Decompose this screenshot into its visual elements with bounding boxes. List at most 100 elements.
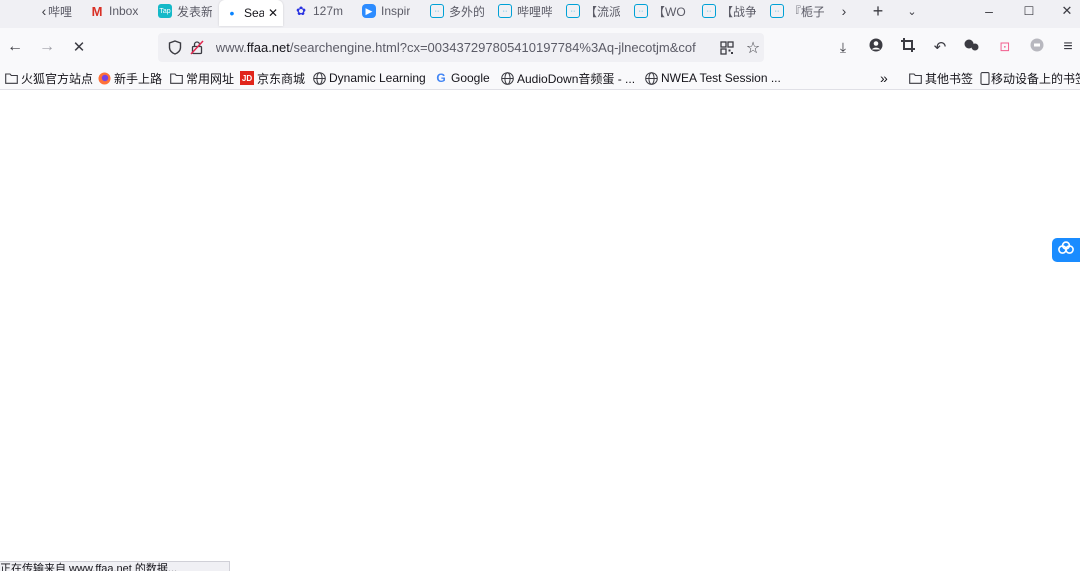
bookmark-label: 火狐官方站点 xyxy=(21,71,94,86)
plus-icon: + xyxy=(872,0,884,21)
extension-button-1[interactable] xyxy=(960,36,984,58)
maximize-icon: ☐ xyxy=(1023,4,1035,18)
url-path: /searchengine.html?cx=003437297805410197… xyxy=(289,40,696,55)
tab-bilibili-7[interactable]: ·· 『栀子 xyxy=(770,0,824,22)
tab-bilibili-3[interactable]: ·· 哔哩哔 xyxy=(498,0,552,22)
folder-icon xyxy=(908,71,922,85)
new-tab-button[interactable]: + xyxy=(864,0,892,22)
tab-zoom[interactable]: ▶ Inspir xyxy=(362,0,420,22)
back-button[interactable]: ← xyxy=(3,36,27,58)
bookmark-label: Dynamic Learning xyxy=(329,71,426,85)
arrow-right-icon: → xyxy=(39,38,55,55)
zoom-icon: ▶ xyxy=(362,4,376,18)
maximize-button[interactable]: ☐ xyxy=(1014,0,1044,22)
close-icon: ✕ xyxy=(72,39,86,56)
tab-label: 哔哩哔 xyxy=(517,4,552,19)
bookmark-item[interactable]: AudioDown音频蛋 - ... xyxy=(500,69,635,87)
tab-label: 【流派 xyxy=(585,4,620,19)
menu-button[interactable]: ≡ xyxy=(1056,36,1080,58)
tab-tap[interactable]: Tap 发表新 xyxy=(158,0,212,22)
tab-bilibili-1[interactable]: 哔哩 xyxy=(48,0,74,22)
bookmark-label: NWEA Test Session ... xyxy=(661,71,781,85)
bookmark-item[interactable]: NWEA Test Session ... xyxy=(644,69,781,87)
undo-button[interactable]: ↶ xyxy=(928,36,952,58)
bilibili-icon: ·· xyxy=(702,4,716,18)
status-text: 正在传输来自 www.ffaa.net 的数据... xyxy=(0,563,178,571)
mobile-icon xyxy=(980,71,990,85)
account-button[interactable] xyxy=(864,36,888,58)
bookmark-item[interactable]: 火狐官方站点 xyxy=(4,69,93,87)
screenshot-button[interactable] xyxy=(896,36,920,58)
tap-icon: Tap xyxy=(158,4,172,18)
tab-label: Inspir xyxy=(381,4,411,18)
bilibili-icon: ·· xyxy=(566,4,580,18)
crop-icon xyxy=(901,37,915,57)
stop-loading-button[interactable]: ✕ xyxy=(67,36,91,58)
bookmark-item[interactable]: 常用网址 xyxy=(169,69,234,87)
minimize-button[interactable]: – xyxy=(974,0,1004,22)
navigation-toolbar: ← → ✕ www.ffaa.net/searchengine.html?cx=… xyxy=(0,28,1080,66)
folder-icon xyxy=(169,71,183,85)
folder-icon xyxy=(4,71,18,85)
downloads-button[interactable]: ⤓ xyxy=(831,36,855,58)
star-icon[interactable]: ☆ xyxy=(742,37,764,59)
cloud-share-button[interactable] xyxy=(1052,238,1080,262)
url-domain: ffaa.net xyxy=(246,40,290,55)
insecure-lock-icon[interactable] xyxy=(186,37,208,59)
tab-label: Sea xyxy=(244,6,264,20)
undo-arrow-icon: ↶ xyxy=(933,39,947,56)
bookmark-item-mobile[interactable]: 移动设备上的书签 xyxy=(980,69,1080,87)
tab-label: Inbox xyxy=(109,4,139,18)
bookmarks-overflow-button[interactable]: » xyxy=(880,69,888,87)
tab-label: 发表新 xyxy=(177,4,212,19)
close-icon[interactable]: ✕ xyxy=(268,6,278,20)
tab-bilibili-5[interactable]: ·· 【WO xyxy=(634,0,688,22)
tab-label: 『栀子 xyxy=(789,4,824,19)
bookmark-item[interactable]: JD 京东商城 xyxy=(240,69,305,87)
extension-button-3[interactable] xyxy=(1025,36,1049,58)
extension-circle-icon xyxy=(1030,38,1044,57)
bookmark-item[interactable]: Dynamic Learning xyxy=(312,69,426,87)
tab-baidu[interactable]: ✿ 127m xyxy=(294,0,352,22)
minimize-icon: – xyxy=(985,3,993,19)
bookmarks-toolbar: 火狐官方站点 新手上路 常用网址 JD 京东商城 Dynamic Learnin… xyxy=(0,66,1080,90)
chevron-down-icon: ⌄ xyxy=(907,5,917,18)
tab-label: 多外的 xyxy=(449,4,484,19)
tab-scroll-right-button[interactable]: › xyxy=(830,0,858,22)
bookmark-label: 其他书签 xyxy=(925,71,974,86)
tab-bilibili-6[interactable]: ·· 【战争 xyxy=(702,0,756,22)
tab-label: 127m xyxy=(313,4,344,18)
dot-icon: • xyxy=(229,5,235,21)
list-all-tabs-button[interactable]: ⌄ xyxy=(898,0,926,22)
bookmark-label: 京东商城 xyxy=(257,71,306,86)
tab-label: 哔哩 xyxy=(48,4,73,19)
status-bar: 正在传输来自 www.ffaa.net 的数据... xyxy=(0,561,230,571)
bookmark-item[interactable]: G Google xyxy=(434,69,489,87)
close-window-button[interactable]: ✕ xyxy=(1054,0,1080,22)
jd-icon: JD xyxy=(240,71,254,85)
forward-button[interactable]: → xyxy=(35,36,59,58)
tab-strip: ‹ 哔哩 M Inbox Tap 发表新 • Sea ✕ ✿ 127m ▶ In… xyxy=(0,0,1080,28)
tab-bilibili-2[interactable]: ·· 多外的 xyxy=(430,0,484,22)
qr-code-icon[interactable] xyxy=(716,37,738,59)
cloud-icon xyxy=(1057,240,1075,260)
tab-bilibili-4[interactable]: ·· 【流派 xyxy=(566,0,620,22)
url-bar[interactable]: www.ffaa.net/searchengine.html?cx=003437… xyxy=(158,33,764,62)
account-icon xyxy=(869,38,883,57)
extension-button-2[interactable]: ⊡ xyxy=(993,36,1017,58)
bilibili-icon: ·· xyxy=(430,4,444,18)
url-text[interactable]: www.ffaa.net/searchengine.html?cx=003437… xyxy=(216,40,713,55)
tab-search-active[interactable]: • Sea ✕ xyxy=(219,0,283,26)
gmail-icon: M xyxy=(91,3,103,19)
bookmark-item-other[interactable]: 其他书签 xyxy=(908,69,973,87)
shield-icon[interactable] xyxy=(164,37,186,59)
download-icon: ⤓ xyxy=(839,38,847,55)
bookmark-item[interactable]: 新手上路 xyxy=(97,69,162,87)
bilibili-icon: ·· xyxy=(770,4,784,18)
globe-icon xyxy=(644,71,658,85)
double-chevron-right-icon: » xyxy=(880,70,888,86)
tab-gmail[interactable]: M Inbox xyxy=(90,0,150,22)
bookmark-label: 新手上路 xyxy=(114,71,163,86)
bilibili-icon: ·· xyxy=(498,4,512,18)
arrow-left-icon: ← xyxy=(7,38,23,55)
